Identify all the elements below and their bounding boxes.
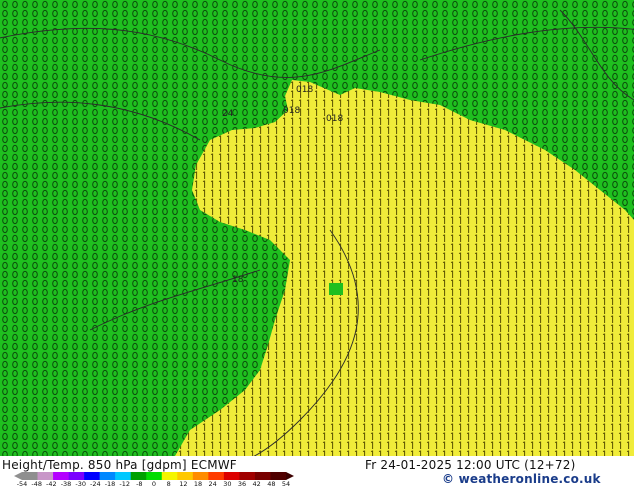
colorbar-left-arrow <box>14 472 22 480</box>
colorbar-tick-label: -38 <box>60 480 72 488</box>
colorbar-tick-label: 48 <box>267 480 276 488</box>
colorbar-right-arrow <box>286 472 294 480</box>
site-credit[interactable]: © weatheronline.co.uk <box>442 472 601 486</box>
colorbar-cell <box>270 472 287 480</box>
colorbar-tick-label: -24 <box>90 480 101 488</box>
colorbar-tick-label: 12 <box>179 480 188 488</box>
colorbar-tick-label: -8 <box>136 480 143 488</box>
colorbar-cell <box>161 472 178 480</box>
contour-label: 018 <box>296 85 313 95</box>
colorbar-tick-label: 0 <box>151 480 157 488</box>
colorbar-tick-label: 54 <box>281 480 291 488</box>
temperature-map: 018 018 018 24 18 <box>0 0 634 456</box>
colorbar-cell <box>239 472 256 480</box>
colorbar-cell <box>254 472 271 480</box>
colorbar-tick-label: -48 <box>31 480 42 488</box>
colorbar-cell <box>208 472 225 480</box>
contour-label: 018 <box>283 106 300 116</box>
cold-pocket <box>329 283 343 295</box>
colorbar <box>14 472 294 480</box>
colorbar-tick-label: 36 <box>237 480 247 488</box>
colorbar-tick-label: 30 <box>223 480 232 488</box>
contour-label: 24 <box>222 109 234 119</box>
colorbar-ticks: -54 -48 -42 -38 -30 -24 -18 -12 -8 0 8 12 18 24 30 36 42… <box>0 480 300 490</box>
colorbar-cell <box>99 472 116 480</box>
contour-label: 18 <box>232 275 244 285</box>
colorbar-cells <box>22 472 287 480</box>
colorbar-tick-label: 24 <box>208 480 217 488</box>
colorbar-cell <box>177 472 194 480</box>
colorbar-tick-label: 18 <box>193 480 203 488</box>
colorbar-tick-label: -30 <box>75 480 86 488</box>
colorbar-tick-label: -12 <box>119 480 130 488</box>
colorbar-cell <box>130 472 147 480</box>
valid-time: Fr 24-01-2025 12:00 UTC (12+72) <box>365 458 576 472</box>
colorbar-cell <box>68 472 85 480</box>
colorbar-cell <box>53 472 69 480</box>
colorbar-cell <box>84 472 100 480</box>
colorbar-cell <box>22 472 38 480</box>
contour-label: 018 <box>326 114 343 124</box>
colorbar-tick-label: 8 <box>166 480 171 488</box>
colorbar-tick-label: -54 <box>16 480 28 488</box>
colorbar-cell <box>37 472 54 480</box>
colorbar-tick-label: 42 <box>252 480 261 488</box>
colorbar-cell <box>115 472 132 480</box>
colorbar-tick-label: -18 <box>104 480 116 488</box>
colorbar-cell <box>146 472 163 480</box>
map-title: Height/Temp. 850 hPa [gdpm] ECMWF <box>2 458 237 472</box>
colorbar-cell <box>223 472 240 480</box>
colorbar-tick-label: -42 <box>46 480 57 488</box>
colorbar-cell <box>192 472 209 480</box>
weather-map-view: 018 018 018 24 18 Height/Temp. 850 hPa [… <box>0 0 634 490</box>
